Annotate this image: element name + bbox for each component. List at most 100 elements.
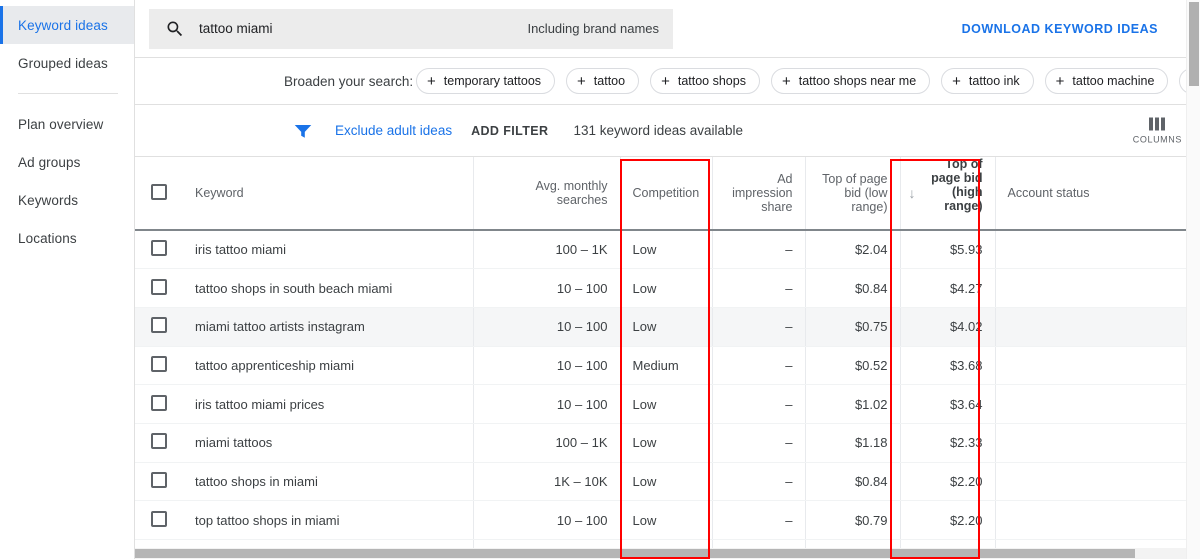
main-content: tattoo miami Including brand names DOWNL… [135, 0, 1200, 559]
row-checkbox-cell[interactable] [135, 423, 183, 463]
broaden-chip[interactable]: + tattoo machine [1044, 68, 1169, 94]
cell-bid-low: $0.84 [805, 268, 901, 308]
broaden-search-row: Broaden your search: + temporary tattoos … [135, 58, 1200, 105]
sidebar-item-keyword-ideas[interactable]: Keyword ideas [0, 6, 134, 44]
cell-account-status [995, 500, 1200, 540]
sidebar-item-grouped-ideas[interactable]: Grouped ideas [0, 44, 134, 82]
columns-icon [1149, 117, 1166, 130]
including-brand-names-label: Including brand names [527, 21, 659, 36]
column-header-avg-monthly-searches[interactable]: Avg. monthly searches [473, 157, 621, 231]
cell-bid-low: $0.84 [805, 462, 901, 502]
column-header-top-of-page-bid-low[interactable]: Top of page bid (low range) [805, 157, 901, 231]
sidebar-item-keywords[interactable]: Keywords [0, 181, 134, 219]
sidebar-item-label: Keywords [18, 192, 79, 208]
cell-bid-high: $2.20 [900, 462, 996, 502]
cell-ad-impression-share: – [712, 423, 806, 463]
broaden-chip-label: tattoo ink [968, 74, 1020, 88]
row-checkbox-cell[interactable] [135, 307, 183, 347]
cell-account-status [995, 423, 1200, 463]
table-row[interactable]: miami tattoo artists instagram 10 – 100 … [135, 307, 1200, 347]
cell-keyword: tattoo shops in miami [183, 462, 474, 502]
filter-funnel-icon[interactable] [294, 123, 312, 139]
row-checkbox[interactable] [151, 278, 167, 295]
cell-keyword: miami tattoo artists instagram [183, 307, 474, 347]
row-checkbox[interactable] [151, 433, 167, 450]
row-checkbox[interactable] [151, 317, 167, 334]
filter-row: Exclude adult ideas ADD FILTER 131 keywo… [135, 105, 1200, 157]
table-row[interactable]: tattoo shops in miami 1K – 10K Low – $0.… [135, 462, 1200, 502]
search-input[interactable]: tattoo miami Including brand names [149, 8, 673, 49]
sidebar-item-locations[interactable]: Locations [0, 219, 134, 257]
column-header-competition[interactable]: Competition [620, 157, 713, 231]
row-checkbox-cell[interactable] [135, 462, 183, 502]
columns-button-label: COLUMNS [1132, 134, 1182, 144]
row-checkbox[interactable] [151, 355, 167, 372]
cell-ad-impression-share: – [712, 307, 806, 347]
cell-ad-impression-share: – [712, 346, 806, 386]
plus-icon: + [577, 72, 586, 90]
horizontal-scrollbar[interactable] [135, 548, 1186, 559]
table-row[interactable]: tattoo shops in south beach miami 10 – 1… [135, 268, 1200, 308]
add-filter-button[interactable]: ADD FILTER [471, 124, 548, 138]
table-row[interactable]: top tattoo shops in miami 10 – 100 Low –… [135, 500, 1200, 540]
select-all-checkbox[interactable] [151, 183, 167, 200]
broaden-chip-label: temporary tattoos [443, 74, 542, 88]
search-icon [167, 21, 183, 36]
table-body: iris tattoo miami 100 – 1K Low – $2.04 $… [135, 230, 1200, 559]
row-checkbox-cell[interactable] [135, 346, 183, 386]
cell-keyword: tattoo shops in south beach miami [183, 268, 474, 308]
search-row: tattoo miami Including brand names DOWNL… [135, 0, 1200, 58]
sidebar-item-label: Keyword ideas [18, 17, 108, 33]
cell-competition: Low [620, 230, 713, 270]
row-checkbox-cell[interactable] [135, 500, 183, 540]
column-header-account-status[interactable]: Account status [995, 157, 1200, 231]
download-keyword-ideas-button[interactable]: DOWNLOAD KEYWORD IDEAS [962, 22, 1158, 36]
cell-keyword: iris tattoo miami [183, 230, 474, 270]
table-row[interactable]: tattoo apprenticeship miami 10 – 100 Med… [135, 346, 1200, 386]
row-checkbox-cell[interactable] [135, 268, 183, 308]
cell-account-status [995, 346, 1200, 386]
cell-account-status [995, 384, 1200, 424]
cell-competition: Low [620, 423, 713, 463]
column-header-top-of-page-bid-high[interactable]: ↓ Top of page bid (high range) [900, 157, 996, 231]
broaden-chip[interactable]: + temporary tattoos [416, 68, 556, 94]
vertical-scrollbar[interactable] [1186, 0, 1200, 559]
cell-bid-high: $4.27 [900, 268, 996, 308]
cell-account-status [995, 462, 1200, 502]
cell-account-status [995, 230, 1200, 270]
row-checkbox-cell[interactable] [135, 384, 183, 424]
cell-bid-high: $5.93 [900, 230, 996, 270]
horizontal-scrollbar-thumb[interactable] [135, 549, 1135, 558]
row-checkbox[interactable] [151, 240, 167, 257]
exclude-adult-ideas-filter[interactable]: Exclude adult ideas [335, 123, 452, 138]
row-checkbox[interactable] [151, 394, 167, 411]
select-all-checkbox-cell[interactable] [135, 157, 183, 231]
broaden-chip[interactable]: + tattoo [566, 68, 640, 94]
broaden-chip[interactable]: + tattoo ink [941, 68, 1034, 94]
vertical-scrollbar-thumb[interactable] [1189, 2, 1199, 86]
sidebar-item-label: Locations [18, 230, 77, 246]
sidebar-item-ad-groups[interactable]: Ad groups [0, 143, 134, 181]
cell-bid-low: $1.18 [805, 423, 901, 463]
cell-competition: Low [620, 500, 713, 540]
row-checkbox-cell[interactable] [135, 230, 183, 270]
columns-button[interactable]: COLUMNS [1133, 117, 1182, 144]
broaden-chip[interactable]: + tattoo shops [650, 68, 760, 94]
column-header-ad-impression-share[interactable]: Ad impression share [712, 157, 806, 231]
cell-ad-impression-share: – [712, 462, 806, 502]
column-header-keyword[interactable]: Keyword [183, 157, 474, 231]
broaden-chip[interactable]: + tattoo shops near me [770, 68, 931, 94]
row-checkbox[interactable] [151, 510, 167, 527]
cell-avg-monthly-searches: 10 – 100 [473, 268, 621, 308]
sidebar-item-plan-overview[interactable]: Plan overview [0, 105, 134, 143]
cell-bid-high: $3.64 [900, 384, 996, 424]
table-row[interactable]: iris tattoo miami prices 10 – 100 Low – … [135, 384, 1200, 424]
table-row[interactable]: iris tattoo miami 100 – 1K Low – $2.04 $… [135, 230, 1200, 270]
table-row[interactable]: miami tattoos 100 – 1K Low – $1.18 $2.33 [135, 423, 1200, 463]
search-query-value: tattoo miami [199, 21, 273, 36]
cell-keyword: tattoo apprenticeship miami [183, 346, 474, 386]
keyword-ideas-available-count: 131 keyword ideas available [573, 123, 744, 138]
row-checkbox[interactable] [151, 471, 167, 488]
cell-bid-low: $0.75 [805, 307, 901, 347]
cell-competition: Low [620, 384, 713, 424]
